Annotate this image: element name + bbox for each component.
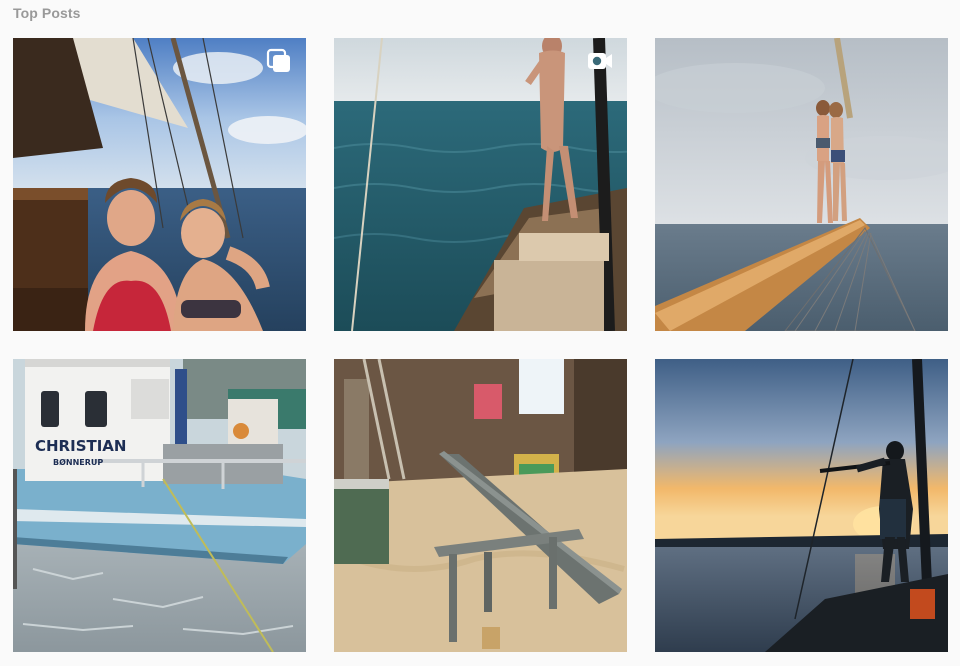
post-thumbnail-bow-standing[interactable]	[334, 38, 627, 331]
post-image	[334, 359, 627, 652]
post-image: CHRISTIAN BØNNERUP	[13, 359, 306, 652]
post-thumbnail-sailboat-friends[interactable]	[13, 38, 306, 331]
carousel-icon	[266, 48, 292, 74]
section-title: Top Posts	[13, 5, 81, 21]
post-thumbnail-bowsprit-pair[interactable]	[655, 38, 948, 331]
top-posts-grid: CHRISTIAN BØNNERUP	[13, 38, 948, 652]
post-image	[334, 38, 627, 331]
post-image	[655, 359, 948, 652]
video-icon	[587, 48, 613, 74]
post-thumbnail-fishing-boat-ice[interactable]: CHRISTIAN BØNNERUP	[13, 359, 306, 652]
post-image	[655, 38, 948, 331]
post-thumbnail-woodworking-shop[interactable]	[334, 359, 627, 652]
hull-name-text: CHRISTIAN	[35, 437, 126, 455]
hull-port-text: BØNNERUP	[53, 457, 103, 467]
post-thumbnail-sunset-silhouette[interactable]	[655, 359, 948, 652]
post-image	[13, 38, 306, 331]
